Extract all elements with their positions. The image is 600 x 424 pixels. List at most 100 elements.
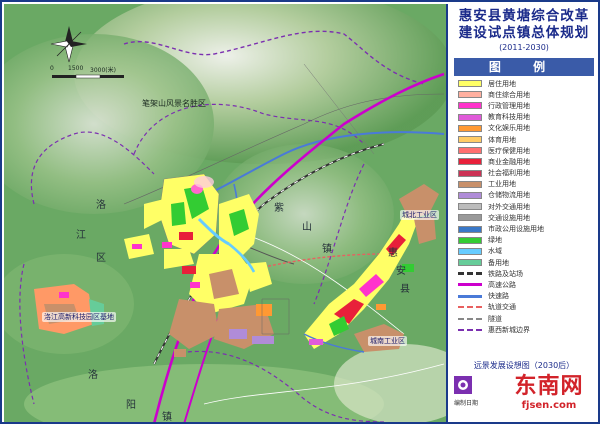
hitech-base-label: 洛江高新科技园区基地 <box>42 312 116 322</box>
zishan-char-3: 镇 <box>322 244 332 255</box>
title-line-1: 惠安县黄塘综合改革 <box>458 8 590 24</box>
scale-tick-1: 1500 <box>68 65 84 72</box>
legend-line-swatch <box>458 283 482 287</box>
legend-list: 居住用地商住综合用地 行政管理用地 教育科技用地 文化娱乐用地 体育用地医疗保健用地 商业… <box>454 78 594 335</box>
legend-item: 教育科技用地 <box>454 112 594 123</box>
legend-item: 交通设施用地 <box>454 212 594 223</box>
huian-char-1: 惠 <box>388 248 398 259</box>
legend-swatch <box>458 214 482 222</box>
legend-item-label: 对外交通用地 <box>488 202 530 211</box>
scale-tick-0: 0 <box>50 65 54 72</box>
editor-label: 编制日期 <box>454 400 479 407</box>
legend-swatch <box>458 113 482 121</box>
legend-item-label: 高速公路 <box>488 280 516 289</box>
legend-item: 备用地 <box>454 257 594 268</box>
legend-item: 文化娱乐用地 <box>454 123 594 134</box>
legend-line-swatch <box>458 272 482 276</box>
legend-swatch <box>458 259 482 267</box>
legend-item-label: 医疗保健用地 <box>488 146 530 155</box>
legend-swatch <box>458 91 482 99</box>
luojiang-char-1: 洛 <box>96 200 106 211</box>
legend-item: 隧道 <box>454 313 594 324</box>
title-line-2: 建设试点镇总体规划 <box>458 25 590 41</box>
legend-item: 商住综合用地 <box>454 89 594 100</box>
legend-item-label: 居住用地 <box>488 79 516 88</box>
legend-swatch <box>458 247 482 255</box>
legend-swatch <box>458 136 482 144</box>
legend-swatch <box>458 191 482 199</box>
legend-item-label: 仓储物流用地 <box>488 191 530 200</box>
legend-item: 体育用地 <box>454 134 594 145</box>
legend-swatch <box>458 147 482 155</box>
plan-title: 惠安县黄塘综合改革 建设试点镇总体规划 <box>448 4 598 42</box>
legend-item-label: 行政管理用地 <box>488 101 530 110</box>
legend-item-label: 文化娱乐用地 <box>488 124 530 133</box>
luoyang-char-3: 镇 <box>162 412 172 423</box>
south-industrial-label: 城南工业区 <box>368 336 407 346</box>
legend-swatch <box>458 124 482 132</box>
legend-item-label: 绿地 <box>488 236 502 245</box>
legend-swatch <box>458 158 482 166</box>
legend-swatch <box>458 169 482 177</box>
zishan-char-1: 紫 <box>274 203 284 214</box>
legend-item-label: 水域 <box>488 247 502 256</box>
legend-item-label: 教育科技用地 <box>488 113 530 122</box>
legend-item: 居住用地 <box>454 78 594 89</box>
luoyang-char-1: 洛 <box>88 370 98 381</box>
legend-item-label: 社会福利用地 <box>488 169 530 178</box>
north-industrial-label: 城北工业区 <box>400 210 439 220</box>
planning-logo-icon <box>454 376 472 394</box>
legend-swatch <box>458 203 482 211</box>
legend-item: 商业金融用地 <box>454 156 594 167</box>
legend-panel: 惠安县黄塘综合改革 建设试点镇总体规划 (2011-2030) 图 例 居住用地… <box>446 4 598 422</box>
legend-item: 医疗保健用地 <box>454 145 594 156</box>
legend-item: 对外交通用地 <box>454 201 594 212</box>
legend-item: 轨道交通 <box>454 302 594 313</box>
legend-item-label: 备用地 <box>488 258 509 267</box>
panel-footer: 编制日期 东南网 fjsen.com <box>448 372 598 422</box>
legend-line-swatch <box>458 328 482 331</box>
plan-years: (2011-2030) <box>499 43 549 52</box>
legend-item: 高速公路 <box>454 279 594 290</box>
scale-tick-2: 3000(米) <box>90 67 116 74</box>
legend-item-label: 商住综合用地 <box>488 90 530 99</box>
legend-swatch <box>458 180 482 188</box>
scale-bar <box>52 74 124 79</box>
legend-item: 水域 <box>454 246 594 257</box>
legend-item: 社会福利用地 <box>454 168 594 179</box>
legend-item-label: 工业用地 <box>488 180 516 189</box>
legend-item: 仓储物流用地 <box>454 190 594 201</box>
fjsen-watermark: 东南网 fjsen.com <box>500 374 598 412</box>
legend-item-label: 商业金融用地 <box>488 157 530 166</box>
legend-item-label: 轨道交通 <box>488 303 516 312</box>
legend-item-label: 隧道 <box>488 314 502 323</box>
legend-item: 市政公用设施用地 <box>454 223 594 234</box>
watermark-cn: 东南网 <box>514 374 584 399</box>
legend-item-label: 体育用地 <box>488 135 516 144</box>
legend-line-swatch <box>458 294 482 298</box>
far-vision-label: 远景发展设想图（2030后） <box>473 361 575 370</box>
legend-heading: 图 例 <box>454 58 594 76</box>
legend-item: 行政管理用地 <box>454 100 594 111</box>
luojiang-char-2: 江 <box>76 230 86 241</box>
legend-line-swatch <box>458 306 482 309</box>
legend-swatch <box>458 225 482 233</box>
legend-item-label: 交通设施用地 <box>488 213 530 222</box>
legend-item: 工业用地 <box>454 179 594 190</box>
poster-frame: 笔架山风景名胜区 洛 江 区 紫 山 镇 惠 安 县 洛 阳 镇 洛江高新科技园… <box>0 0 600 424</box>
luojiang-char-3: 区 <box>96 253 106 264</box>
legend-item: 惠西新城边界 <box>454 324 594 335</box>
legend-item-label: 市政公用设施用地 <box>488 225 544 234</box>
luoyang-char-2: 阳 <box>126 400 136 411</box>
legend-swatch <box>458 236 482 244</box>
huian-char-3: 县 <box>400 284 410 295</box>
watermark-en: fjsen.com <box>521 400 577 411</box>
legend-item: 铁路及站场 <box>454 268 594 279</box>
legend-item-label: 惠西新城边界 <box>488 325 530 334</box>
legend-line-swatch <box>458 317 482 320</box>
legend-item: 快速路 <box>454 291 594 302</box>
legend-item-label: 铁路及站场 <box>488 269 523 278</box>
scenic-area-label: 笔架山风景名胜区 <box>142 99 206 108</box>
zishan-char-2: 山 <box>302 222 312 233</box>
legend-swatch <box>458 102 482 110</box>
